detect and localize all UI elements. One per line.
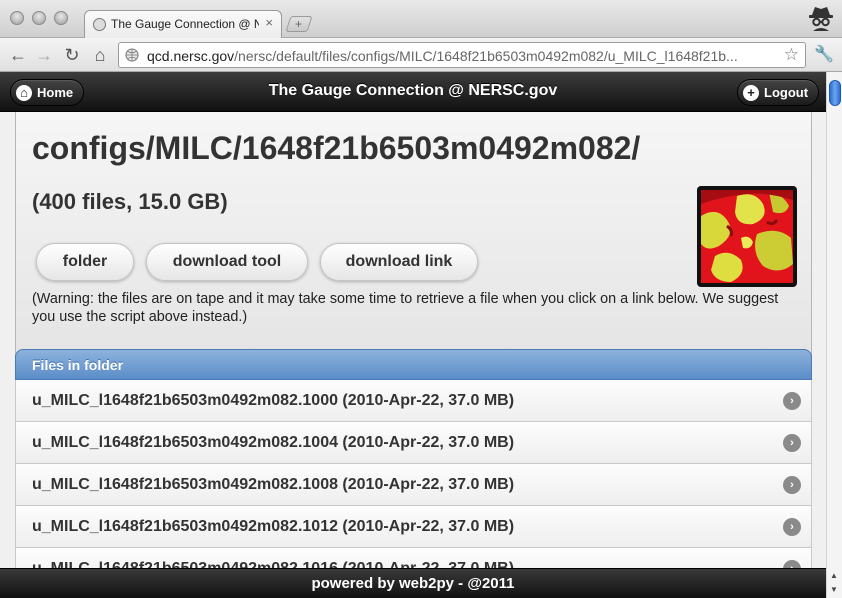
window-titlebar: The Gauge Connection @ NERSC.gov × + (0, 0, 842, 38)
close-window-button[interactable] (10, 11, 24, 25)
files-list-header: Files in folder (15, 349, 812, 380)
file-row-label: u_MILC_l1648f21b6503m0492m082.1008 (2010… (32, 476, 515, 493)
file-row[interactable]: u_MILC_l1648f21b6503m0492m082.1012 (2010… (15, 506, 812, 548)
site-footer: powered by web2py - @2011 (0, 568, 826, 598)
page-viewport: ⌂ Home The Gauge Connection @ NERSC.gov … (0, 72, 826, 598)
tab-title: The Gauge Connection @ NERSC.gov (111, 17, 259, 31)
page-scrollbar[interactable]: ▲ ▼ (826, 72, 842, 598)
file-row-label: u_MILC_l1648f21b6503m0492m082.1000 (2010… (32, 392, 515, 409)
file-row-label: u_MILC_l1648f21b6503m0492m082.1004 (2010… (32, 434, 515, 451)
scroll-down-arrow-icon[interactable]: ▼ (830, 585, 838, 594)
file-row[interactable]: u_MILC_l1648f21b6503m0492m082.1000 (2010… (15, 380, 812, 422)
download-link-button[interactable]: download link (320, 243, 478, 281)
file-row-label: u_MILC_l1648f21b6503m0492m082.1012 (2010… (32, 518, 515, 535)
site-header: ⌂ Home The Gauge Connection @ NERSC.gov … (0, 72, 826, 112)
back-icon[interactable]: ← (6, 43, 30, 67)
site-title: The Gauge Connection @ NERSC.gov (268, 82, 558, 99)
reload-icon[interactable]: ↻ (60, 43, 84, 67)
incognito-icon (809, 7, 833, 31)
bookmark-star-icon[interactable]: ☆ (784, 45, 799, 65)
scroll-up-arrow-icon[interactable]: ▲ (830, 571, 838, 580)
logout-button[interactable]: + Logout (737, 79, 820, 106)
chevron-right-icon: › (783, 518, 801, 536)
tape-warning-text: (Warning: the files are on tape and it m… (32, 291, 779, 325)
chevron-right-icon: › (783, 434, 801, 452)
url-host: qcd.nersc.gov (147, 48, 235, 64)
tab-close-icon[interactable]: × (265, 15, 273, 30)
folder-summary: (400 files, 15.0 GB) (32, 189, 228, 214)
folder-button[interactable]: folder (36, 243, 134, 281)
folder-info-card: configs/MILC/1648f21b6503m0492m082/ (400… (15, 112, 812, 364)
globe-icon (125, 48, 139, 62)
chevron-right-icon: › (783, 476, 801, 494)
files-list: Files in folder u_MILC_l1648f21b6503m049… (15, 349, 812, 590)
address-bar[interactable]: qcd.nersc.gov/nersc/default/files/config… (118, 42, 806, 68)
home-icon[interactable]: ⌂ (88, 43, 112, 67)
forward-icon[interactable]: → (32, 43, 56, 67)
zoom-window-button[interactable] (54, 11, 68, 25)
download-tool-button[interactable]: download tool (146, 243, 308, 281)
lattice-thumbnail-image (697, 186, 797, 287)
browser-tab[interactable]: The Gauge Connection @ NERSC.gov × (84, 10, 282, 38)
globe-icon (93, 18, 106, 31)
chevron-right-icon: › (783, 392, 801, 410)
url-text: qcd.nersc.gov/nersc/default/files/config… (147, 48, 767, 64)
plus-icon: + (743, 85, 759, 101)
url-path: /nersc/default/files/configs/MILC/1648f2… (234, 48, 738, 64)
logout-button-label: Logout (764, 85, 809, 100)
new-tab-button[interactable]: + (285, 16, 313, 32)
file-row[interactable]: u_MILC_l1648f21b6503m0492m082.1008 (2010… (15, 464, 812, 506)
wrench-icon[interactable]: 🔧 (814, 44, 834, 64)
file-row[interactable]: u_MILC_l1648f21b6503m0492m082.1004 (2010… (15, 422, 812, 464)
scrollbar-thumb[interactable] (829, 80, 841, 106)
plus-icon: + (295, 17, 303, 31)
minimize-window-button[interactable] (32, 11, 46, 25)
folder-path-title: configs/MILC/1648f21b6503m0492m082/ (32, 130, 641, 166)
browser-toolbar: ← → ↻ ⌂ qcd.nersc.gov/nersc/default/file… (0, 38, 842, 72)
